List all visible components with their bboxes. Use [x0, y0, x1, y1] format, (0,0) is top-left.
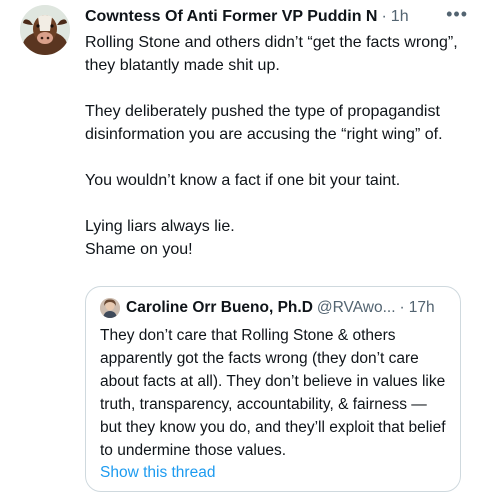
more-options-icon[interactable]: ••• [446, 5, 468, 23]
tweet-text: Rolling Stone and others didn’t “get the… [85, 31, 470, 261]
tweet: Cowntess Of Anti Former VP Puddin N · 1h… [0, 0, 482, 500]
tweet-header: Cowntess Of Anti Former VP Puddin N · 1h [85, 6, 470, 28]
header-separator: · [381, 8, 387, 25]
tweet-paragraph: They deliberately pushed the type of pro… [85, 103, 443, 143]
cow-avatar-icon[interactable] [20, 5, 70, 55]
tweet-paragraph: Rolling Stone and others didn’t “get the… [85, 34, 458, 74]
quoted-tweet-text: They don’t care that Rolling Stone & oth… [100, 327, 446, 459]
quoted-separator: · [399, 299, 405, 316]
quoted-timestamp: 17h [408, 299, 435, 316]
tweet-paragraph: You wouldn’t know a fact if one bit your… [85, 172, 401, 189]
quoted-author-avatar [100, 298, 120, 318]
quoted-author-name: Caroline Orr Bueno, Ph.D [126, 299, 313, 316]
timestamp[interactable]: 1h [391, 6, 409, 28]
show-thread-link[interactable]: Show this thread [100, 462, 215, 484]
quoted-author-handle: @RVAwo... [316, 299, 396, 316]
quoted-tweet-header: Caroline Orr Bueno, Ph.D @RVAwo... · 17h [100, 297, 448, 319]
author-name[interactable]: Cowntess Of Anti Former VP Puddin N [85, 6, 377, 28]
tweet-paragraph: Lying liars always lie. Shame on you! [85, 218, 235, 258]
quoted-tweet[interactable]: Caroline Orr Bueno, Ph.D @RVAwo... · 17h… [85, 286, 461, 492]
